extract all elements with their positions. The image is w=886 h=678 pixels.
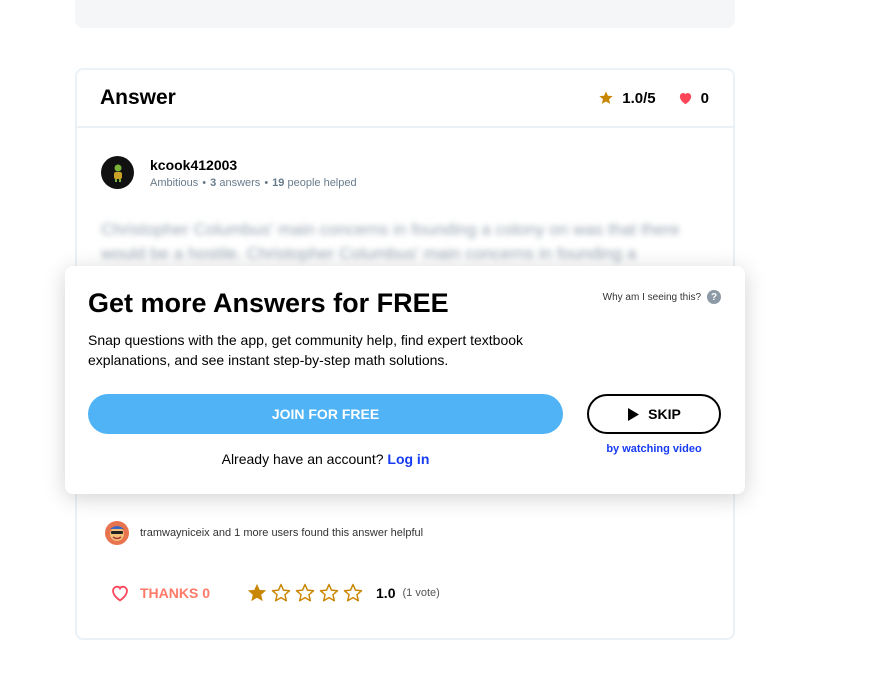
- rating-text: 1.0/5: [622, 89, 656, 107]
- signup-modal: Get more Answers for FREE Why am I seein…: [65, 266, 745, 494]
- star-outline-icon[interactable]: [318, 582, 340, 604]
- heart-icon: [679, 93, 691, 105]
- play-icon: [628, 407, 640, 421]
- answer-header: Answer 1.0/5 0: [77, 70, 733, 128]
- modal-title: Get more Answers for FREE: [88, 288, 449, 318]
- thanks-label: THANKS 0: [140, 585, 211, 601]
- skip-label: SKIP: [648, 406, 681, 422]
- rating-stat: 1.0/5: [598, 89, 656, 107]
- join-for-free-button[interactable]: JOIN FOR FREE: [88, 394, 563, 434]
- star-outline-icon[interactable]: [342, 582, 364, 604]
- likes-count: 0: [700, 89, 709, 107]
- rating-votes: (1 vote): [402, 587, 440, 599]
- star-filled-icon[interactable]: [246, 582, 268, 604]
- blurred-answer-text: Christopher Columbus' main concerns in f…: [101, 220, 680, 263]
- rating-value: 1.0: [376, 585, 396, 601]
- avatar[interactable]: [101, 156, 134, 189]
- star-icon: [599, 91, 613, 104]
- why-label: Why am I seeing this?: [602, 291, 701, 303]
- skip-button[interactable]: SKIP: [587, 394, 721, 434]
- author-helped-count: 19: [272, 176, 285, 189]
- author-name[interactable]: kcook412003: [150, 157, 357, 173]
- star-outline-icon[interactable]: [294, 582, 316, 604]
- helpful-users: tramwayniceix and 1 more users found thi…: [105, 521, 423, 545]
- modal-description: Snap questions with the app, get communi…: [88, 332, 524, 368]
- login-link[interactable]: Log in: [387, 451, 429, 467]
- question-icon: ?: [707, 290, 721, 304]
- star-outline-icon[interactable]: [270, 582, 292, 604]
- login-line: Already have an account? Log in: [88, 451, 563, 467]
- login-prompt: Already have an account?: [221, 451, 384, 467]
- helpful-text: tramwayniceix and 1 more users found thi…: [140, 527, 424, 539]
- likes-stat[interactable]: 0: [678, 90, 709, 107]
- answer-title: Answer: [100, 86, 176, 109]
- heart-outline-icon: [112, 585, 128, 602]
- rating-stars: [246, 582, 366, 604]
- author-helped-label: people helped: [287, 176, 357, 189]
- answer-stats: 1.0/5 0: [598, 90, 709, 107]
- why-seeing-this-link[interactable]: Why am I seeing this? ?: [603, 290, 721, 304]
- answer-actions: THANKS 0 1.0 (1 vote): [110, 582, 440, 604]
- thanks-button[interactable]: THANKS 0: [110, 584, 210, 602]
- avatar[interactable]: [105, 521, 129, 545]
- previous-card: [75, 0, 735, 28]
- avatar-face-icon: [110, 526, 124, 541]
- author-answers-label: answers: [219, 176, 261, 189]
- author-block: kcook412003 Ambitious • 3 answers • 19 peopl…: [101, 156, 357, 189]
- author-rank: Ambitious: [150, 176, 199, 189]
- author-meta: Ambitious • 3 answers • 19 people helped: [150, 176, 357, 189]
- skip-subtext: by watching video: [606, 443, 702, 455]
- author-answers-count: 3: [210, 176, 217, 189]
- avatar-figure-icon: [113, 164, 122, 182]
- author-info: kcook412003 Ambitious • 3 answers • 19 peopl…: [150, 157, 357, 189]
